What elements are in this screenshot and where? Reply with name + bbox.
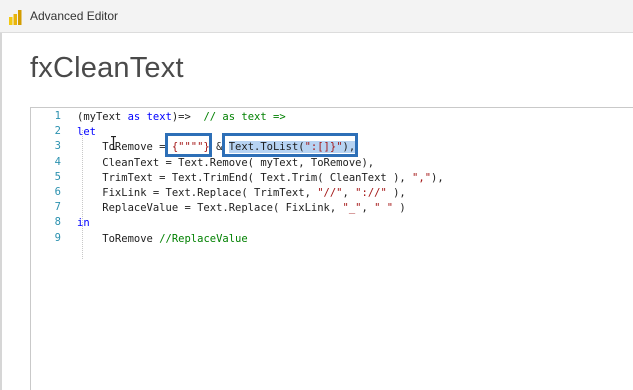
code-token: , xyxy=(342,187,356,199)
code-token: , xyxy=(361,202,375,215)
line-number: 9 xyxy=(54,231,61,244)
text-cursor-icon xyxy=(111,136,116,150)
code-token: text xyxy=(146,111,172,123)
code-line[interactable]: ToRemove //ReplaceValue xyxy=(77,232,248,247)
line-number: 1 xyxy=(54,110,61,122)
code-token: TrimText = Text.TrimEnd( Text.Trim( Clea… xyxy=(77,171,413,184)
code-token: "//" xyxy=(317,187,343,199)
line-number: 7 xyxy=(54,201,61,214)
highlight-box-function xyxy=(222,133,358,157)
line-number-gutter: 1 2 3 4 5 6 7 8 9 xyxy=(31,108,67,390)
line-number: 8 xyxy=(54,216,61,229)
code-token: "," xyxy=(412,171,432,184)
code-token: ), xyxy=(386,187,406,199)
code-token: FixLink = Text.Replace( TrimText, xyxy=(77,187,318,199)
code-line[interactable]: let xyxy=(77,125,96,140)
code-token: //ReplaceValue xyxy=(159,232,248,245)
code-line[interactable]: in xyxy=(77,216,90,231)
code-token: ) xyxy=(393,202,406,215)
code-token: "://" xyxy=(355,187,387,199)
code-token: )=> xyxy=(171,111,204,123)
line-number: 4 xyxy=(54,155,61,168)
code-token: CleanText = Text.Remove( myText, ToRemov… xyxy=(77,156,375,169)
code-line[interactable]: FixLink = Text.Replace( TrimText, "//", … xyxy=(77,186,406,201)
code-line[interactable]: CleanText = Text.Remove( myText, ToRemov… xyxy=(77,156,374,171)
code-token: in xyxy=(77,217,90,230)
code-token: ), xyxy=(431,171,444,184)
code-token: "_" xyxy=(342,202,362,215)
window-left-border xyxy=(0,33,2,390)
code-token: as xyxy=(127,111,141,123)
code-token: ToRemove = xyxy=(77,141,172,154)
code-token: // as text => xyxy=(203,111,286,123)
window-title: Advanced Editor xyxy=(30,9,119,23)
code-token: let xyxy=(77,126,96,139)
code-token: (myText xyxy=(77,111,128,123)
code-line[interactable]: ReplaceValue = Text.Replace( FixLink, "_… xyxy=(77,201,406,216)
power-bi-icon xyxy=(9,10,22,25)
code-token: " " xyxy=(374,202,394,215)
code-line[interactable]: (myText as text)=> // as text => xyxy=(77,110,286,125)
line-number: 2 xyxy=(54,125,61,138)
highlight-box-list xyxy=(165,133,212,157)
line-number: 3 xyxy=(54,140,61,153)
code-line[interactable]: TrimText = Text.TrimEnd( Text.Trim( Clea… xyxy=(77,171,444,186)
line-number: 5 xyxy=(54,170,61,183)
code-token: ToRemove xyxy=(77,232,160,245)
title-bar: Advanced Editor xyxy=(0,0,633,33)
line-number: 6 xyxy=(54,186,61,198)
code-token: ReplaceValue = Text.Replace( FixLink, xyxy=(77,202,343,215)
query-name: fxCleanText xyxy=(30,52,184,84)
